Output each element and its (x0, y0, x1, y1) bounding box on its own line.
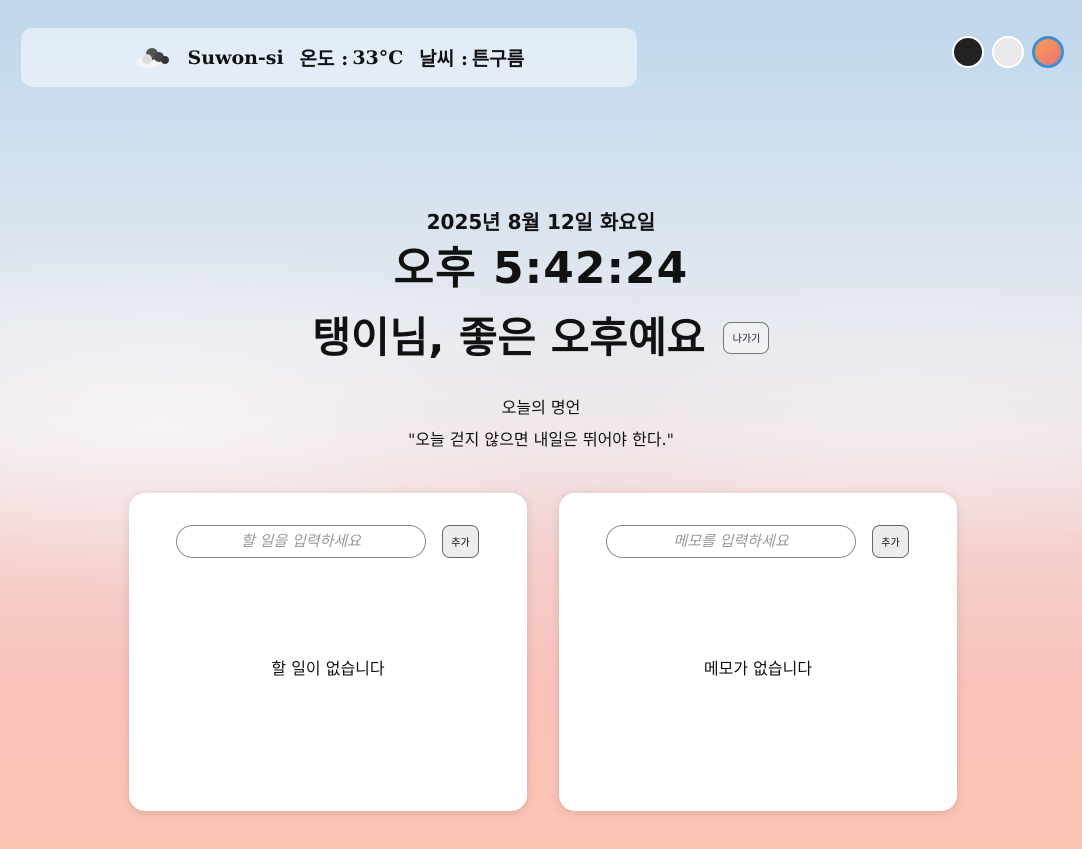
theme-switcher (952, 36, 1064, 68)
date-display: 2025년 8월 12일 화요일 (426, 210, 656, 234)
memo-add-button[interactable]: 추가 (872, 525, 909, 558)
theme-sunset-button[interactable] (1032, 36, 1064, 68)
todo-empty-message: 할 일이 없습니다 (271, 659, 385, 678)
clock-display: 오후 5:42:24 (393, 243, 689, 294)
memo-empty-message: 메모가 없습니다 (703, 659, 813, 678)
todo-add-button[interactable]: 추가 (442, 525, 479, 558)
temp-value: 33°C (352, 46, 404, 69)
greeting-text: 탱이님, 좋은 오후예요 (312, 313, 706, 362)
weather-condition: 날씨 : 튼구름 (419, 44, 524, 71)
quote-title: 오늘의 명언 (501, 398, 581, 417)
quote-text: "오늘 걷지 않으면 내일은 뛰어야 한다." (407, 430, 675, 449)
todo-card: 할 일을 입력하세요 추가 할 일이 없습니다 (129, 493, 527, 811)
weather-temp: 온도 : 33°C (300, 44, 404, 71)
theme-light-button[interactable] (992, 36, 1024, 68)
weather-bar: Suwon-si 온도 : 33°C 날씨 : 튼구름 (21, 28, 637, 87)
greeting-row: 탱이님, 좋은 오후예요 나가기 (0, 304, 1082, 365)
condition-label: 날씨 : (419, 48, 468, 70)
weather-city: Suwon-si (187, 46, 284, 69)
memo-input[interactable]: 메모를 입력하세요 (606, 525, 856, 558)
memo-card: 메모를 입력하세요 추가 메모가 없습니다 (559, 493, 957, 811)
temp-label: 온도 : (299, 48, 349, 70)
condition-value: 튼구름 (471, 48, 525, 70)
logout-button[interactable]: 나가기 (723, 321, 770, 354)
todo-input[interactable]: 할 일을 입력하세요 (176, 525, 426, 558)
theme-dark-button[interactable] (952, 36, 984, 68)
cloud-icon (134, 45, 172, 71)
